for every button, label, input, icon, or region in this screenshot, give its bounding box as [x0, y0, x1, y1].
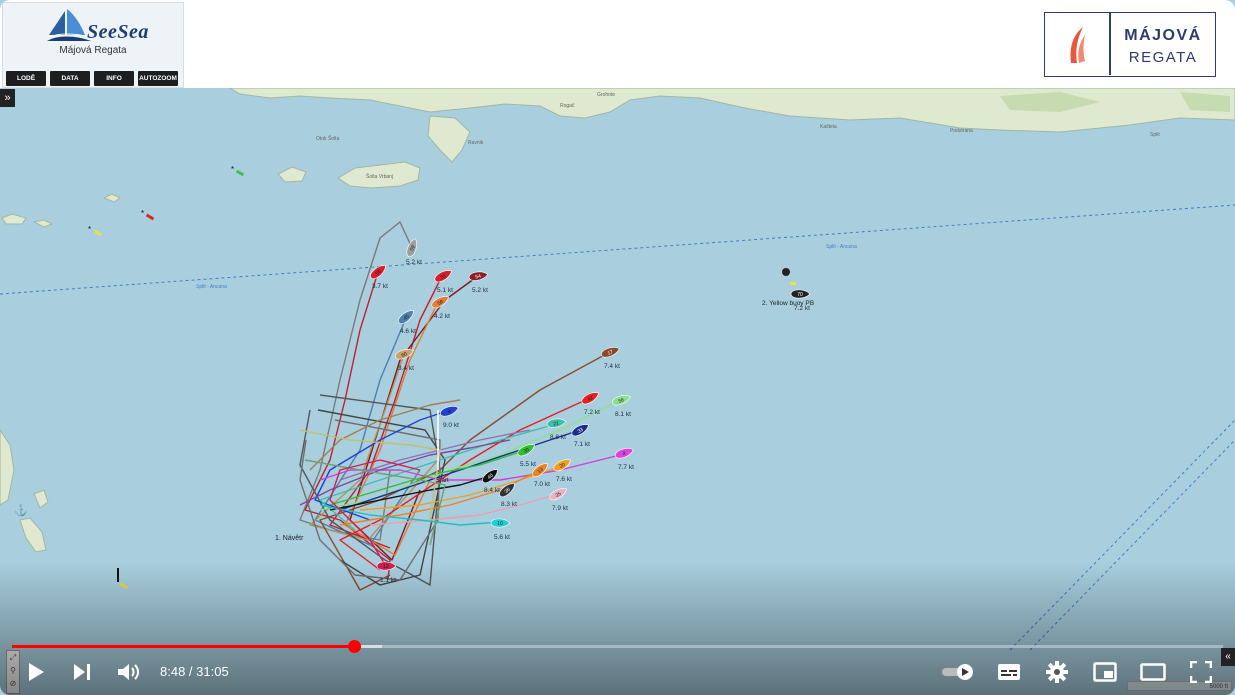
sail-logo-icon	[1070, 27, 1085, 63]
place-label-town-e: Split	[1150, 132, 1160, 138]
boat-speed-label: 7.2 kt	[584, 409, 600, 416]
video-player[interactable]: Otok Šolta Šolta Vrbanj Ravnik Rogač Gro…	[0, 0, 1235, 695]
boat-speed-label: 5.2 kt	[406, 259, 422, 266]
svg-text:*: *	[141, 209, 144, 218]
seesea-subtitle: Májová Regata	[59, 45, 127, 56]
boat-speed-label: 9.0 kt	[443, 422, 459, 429]
boat-id: 12	[383, 564, 389, 570]
expand-panel-button[interactable]: »	[0, 89, 15, 107]
mark-windward-label: 1. Návětr	[275, 535, 304, 542]
fullscreen-button[interactable]	[1186, 652, 1216, 692]
miniplayer-icon	[1093, 662, 1117, 682]
boat-speed-label: 4.2 kt	[434, 313, 450, 320]
skip-next-icon	[74, 664, 90, 680]
place-label-town-c: Kaštela	[820, 124, 837, 130]
theater-mode-button[interactable]	[1138, 652, 1168, 692]
play-button[interactable]	[22, 652, 50, 692]
logo-line-2: REGATA	[1128, 49, 1198, 66]
boat-speed-label: 7.4 kt	[604, 363, 620, 370]
boat-speed-label: 5.2 kt	[472, 287, 488, 294]
player-controls: 8:48 / 31:05	[0, 652, 1235, 692]
autoplay-toggle[interactable]	[940, 652, 976, 692]
place-label-island-a: Otok Šolta	[316, 135, 340, 142]
seesea-sail-icon	[47, 9, 91, 41]
info-button[interactable]: INFO	[94, 71, 134, 86]
boat-speed-label: 7.2 kt	[794, 305, 810, 312]
mark-yellow-buoy-dot	[782, 268, 790, 276]
progress-bar[interactable]	[12, 640, 1223, 653]
boat-speed-label: 7.7 kt	[618, 464, 634, 471]
volume-button[interactable]	[114, 652, 144, 692]
place-label-town-a: Rogač	[560, 103, 575, 109]
seesea-button-bar: LODĚ DATA INFO AUTOZOOM	[6, 71, 178, 86]
boat-speed-label: 7.6 kt	[556, 476, 572, 483]
boat-speed-label: 1.1 kt	[380, 577, 396, 584]
boat-speed-label: 8.8 kt	[550, 434, 566, 441]
boat-speed-label: 8.3 kt	[501, 501, 517, 508]
play-icon	[29, 663, 44, 681]
boat-speed-label: 7.1 kt	[574, 441, 590, 448]
volume-icon	[118, 664, 139, 680]
yellow-buoy-marker	[790, 282, 796, 285]
place-label-islet: Ravnik	[468, 140, 484, 146]
time-separator: /	[185, 664, 197, 679]
boat-id: 70	[797, 292, 803, 298]
mark-windward[interactable]: 1. Návětr	[275, 535, 304, 542]
boat-speed-label: 8.4 kt	[484, 487, 500, 494]
settings-button[interactable]	[1042, 652, 1072, 692]
miniplayer-button[interactable]	[1090, 652, 1120, 692]
route-label-west: Split - Ancona	[196, 284, 227, 290]
data-button[interactable]: DATA	[50, 71, 90, 86]
boat-speed-label: 3.7 kt	[372, 283, 388, 290]
time-display: 8:48 / 31:05	[160, 652, 229, 692]
boat-speed-label: 7.9 kt	[552, 505, 568, 512]
route-label-east: Split - Ancona	[826, 244, 857, 250]
autoplay-icon	[942, 664, 973, 680]
boat-speed-label: 3.4 kt	[398, 365, 414, 372]
majova-regata-logo: MÁJOVÁ REGATA	[1044, 12, 1216, 77]
autozoom-button[interactable]: AUTOZOOM	[138, 71, 178, 86]
mark-start-label: Start	[436, 478, 449, 484]
boat-speed-label: 5.6 kt	[494, 534, 510, 541]
gear-icon	[1046, 661, 1068, 683]
place-label-town-d: Podstrana	[950, 128, 973, 134]
next-button[interactable]	[68, 652, 96, 692]
seesea-panel: SeeSea Májová Regata LODĚ DATA INFO AUTO…	[2, 2, 184, 88]
boat-speed-label: 7.0 kt	[534, 481, 550, 488]
subtitles-icon	[998, 664, 1020, 680]
lode-button[interactable]: LODĚ	[6, 71, 46, 86]
boat-speed-label: 5.5 kt	[520, 461, 536, 468]
place-label-town-b: Grohote	[597, 92, 615, 98]
anchor-icon: ⚓	[14, 504, 28, 517]
played-bar	[12, 645, 355, 648]
duration: 31:05	[196, 664, 229, 679]
seesea-brand: SeeSea	[87, 21, 149, 43]
place-label-island-b: Šolta Vrbanj	[366, 173, 393, 180]
theater-icon	[1140, 663, 1166, 681]
sailing-map[interactable]: Otok Šolta Šolta Vrbanj Ravnik Rogač Gro…	[0, 0, 1235, 695]
svg-text:*: *	[88, 225, 91, 234]
boat-speed-label: 4.6 kt	[400, 328, 416, 335]
current-time: 8:48	[160, 664, 186, 679]
boat-speed-label: 8.1 kt	[615, 411, 631, 418]
subtitles-button[interactable]	[994, 652, 1024, 692]
fullscreen-icon	[1190, 661, 1212, 683]
boat-id: 10	[497, 521, 503, 527]
boat-speed-label: 5.1 kt	[437, 287, 453, 294]
logo-line-1: MÁJOVÁ	[1124, 27, 1202, 44]
svg-text:*: *	[231, 165, 234, 174]
